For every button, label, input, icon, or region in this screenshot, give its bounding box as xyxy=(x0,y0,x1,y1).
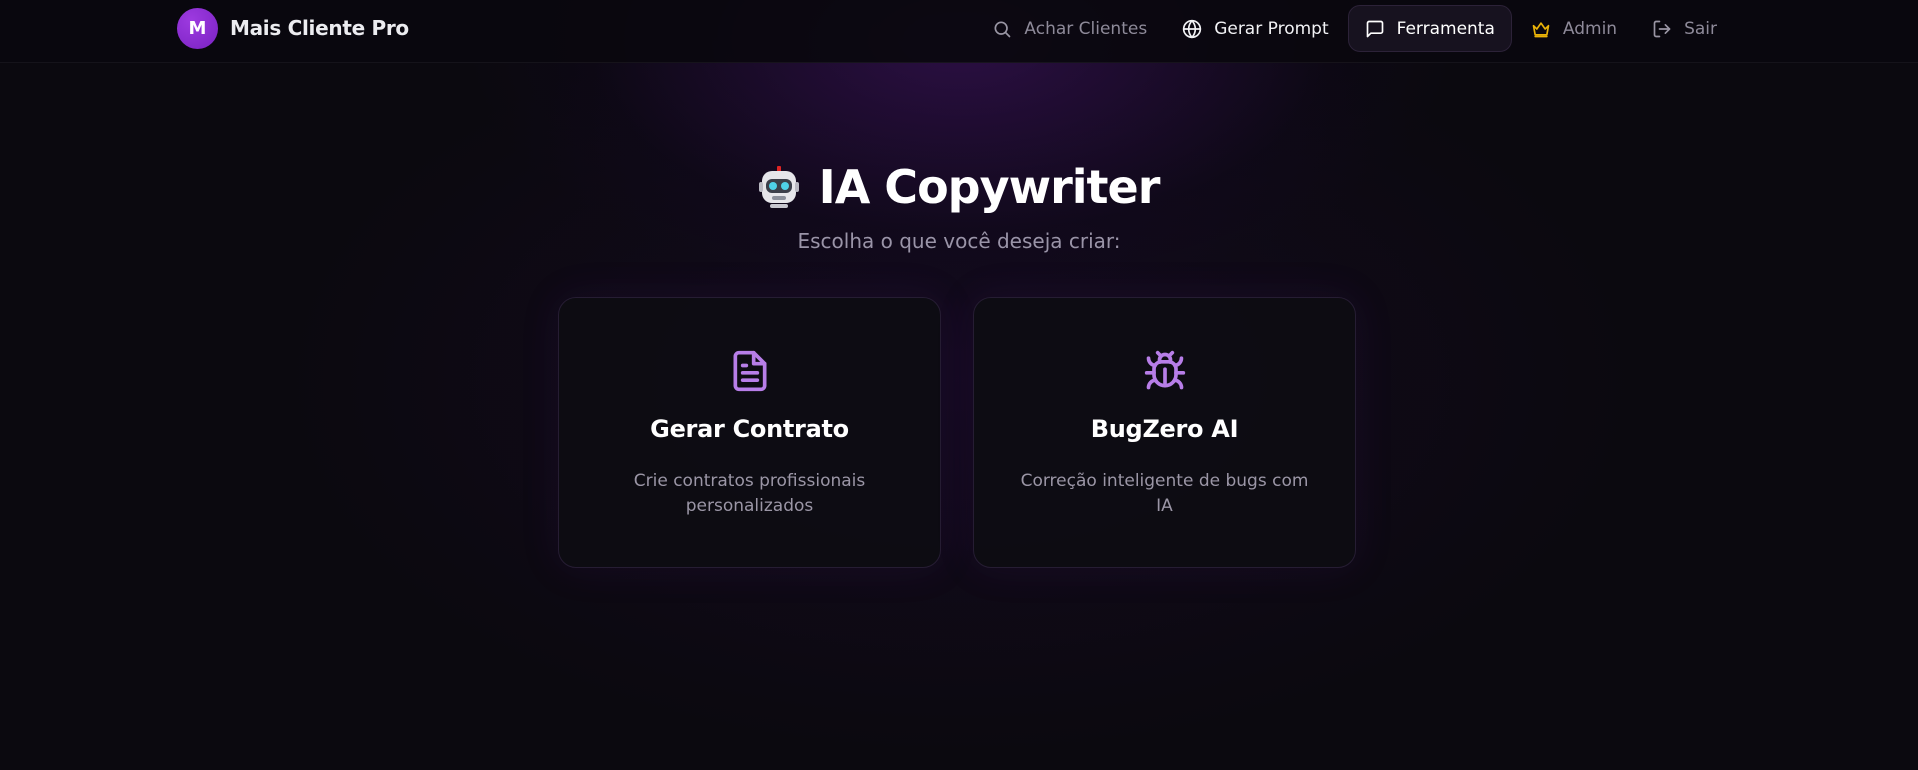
page-title: IA Copywriter xyxy=(0,160,1918,214)
file-text-icon xyxy=(559,349,940,393)
nav-item-label: Ferramenta xyxy=(1396,18,1495,39)
brand[interactable]: M Mais Cliente Pro xyxy=(177,7,409,49)
nav-item-admin[interactable]: Admin xyxy=(1515,5,1633,52)
nav-item-label: Achar Clientes xyxy=(1024,18,1148,39)
nav-menu: Achar Clientes Gerar Prompt Ferramenta A… xyxy=(973,5,1733,52)
card-title: Gerar Contrato xyxy=(650,415,849,443)
card-title: BugZero AI xyxy=(1090,415,1239,443)
message-square-icon xyxy=(1365,19,1385,39)
search-icon xyxy=(992,19,1012,39)
nav-item-achar-clientes[interactable]: Achar Clientes xyxy=(976,5,1163,52)
robot-icon xyxy=(758,165,799,209)
nav-item-ferramenta[interactable]: Ferramenta xyxy=(1347,5,1512,52)
nav-item-gerar-prompt[interactable]: Gerar Prompt xyxy=(1166,5,1344,52)
card-description: Correção inteligente de bugs com IA xyxy=(1020,471,1309,516)
nav-item-label: Sair xyxy=(1684,18,1717,39)
card-bugzero-ai[interactable]: BugZero AI Correção inteligente de bugs … xyxy=(973,297,1356,568)
crown-icon xyxy=(1531,19,1551,39)
page-subtitle: Escolha o que você deseja criar: xyxy=(797,229,1121,253)
logout-icon xyxy=(1652,19,1672,39)
globe-icon xyxy=(1182,19,1202,39)
page-title-text: IA Copywriter xyxy=(818,160,1161,214)
brand-name: Mais Cliente Pro xyxy=(230,16,409,40)
brand-avatar: M xyxy=(177,7,218,49)
nav-item-label: Gerar Prompt xyxy=(1214,18,1329,39)
top-navbar: M Mais Cliente Pro Achar Clientes Gerar … xyxy=(0,0,1918,63)
card-description: Crie contratos profissionais personaliza… xyxy=(633,471,866,516)
card-gerar-contrato[interactable]: Gerar Contrato Crie contratos profission… xyxy=(558,297,941,568)
nav-item-label: Admin xyxy=(1562,18,1618,39)
nav-item-sair[interactable]: Sair xyxy=(1636,5,1733,52)
bug-icon xyxy=(974,349,1355,393)
